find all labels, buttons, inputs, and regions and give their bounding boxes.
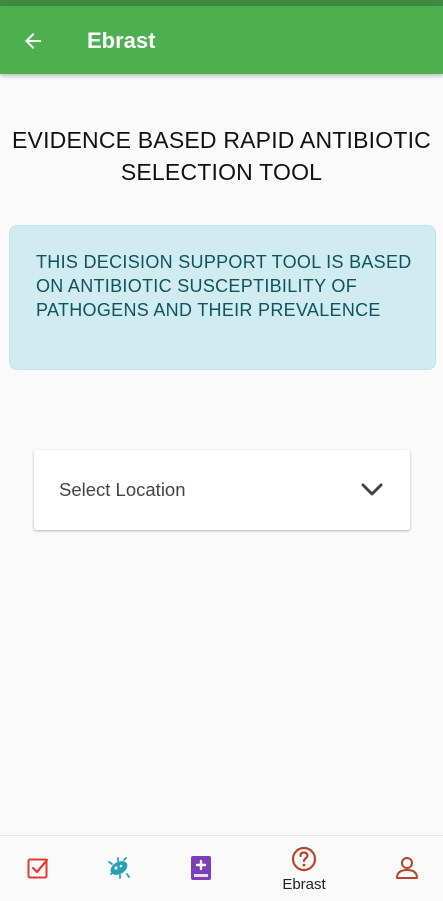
app-bar: Ebrast (0, 6, 443, 74)
arrow-left-icon (25, 33, 41, 49)
user-icon (396, 857, 418, 879)
page-heading: EVIDENCE BASED RAPID ANTIBIOTIC SELECTIO… (0, 124, 443, 188)
nav-item-ebrast[interactable]: Ebrast (269, 836, 339, 901)
bacteria-icon (108, 857, 130, 879)
nav-item-pathogens[interactable] (84, 836, 154, 901)
info-alert: THIS DECISION SUPPORT TOOL IS BASED ON A… (9, 225, 436, 370)
back-button[interactable] (18, 26, 48, 56)
nav-label-ebrast: Ebrast (282, 876, 326, 893)
bottom-navigation: Ebrast (0, 835, 443, 901)
nav-item-guidelines[interactable] (166, 836, 236, 901)
medical-book-icon (191, 856, 211, 880)
location-select-value: Select Location (59, 479, 186, 500)
chevron-down-icon (361, 483, 383, 496)
help-circle-icon (291, 846, 317, 872)
nav-item-checklist[interactable] (2, 836, 72, 901)
checkbox-icon (27, 858, 49, 879)
info-text: THIS DECISION SUPPORT TOOL IS BASED ON A… (36, 252, 412, 320)
page-heading-text: EVIDENCE BASED RAPID ANTIBIOTIC SELECTIO… (11, 127, 431, 185)
location-select[interactable]: Select Location (34, 450, 410, 530)
nav-item-profile[interactable] (372, 836, 442, 901)
app-title: Ebrast (87, 28, 156, 53)
